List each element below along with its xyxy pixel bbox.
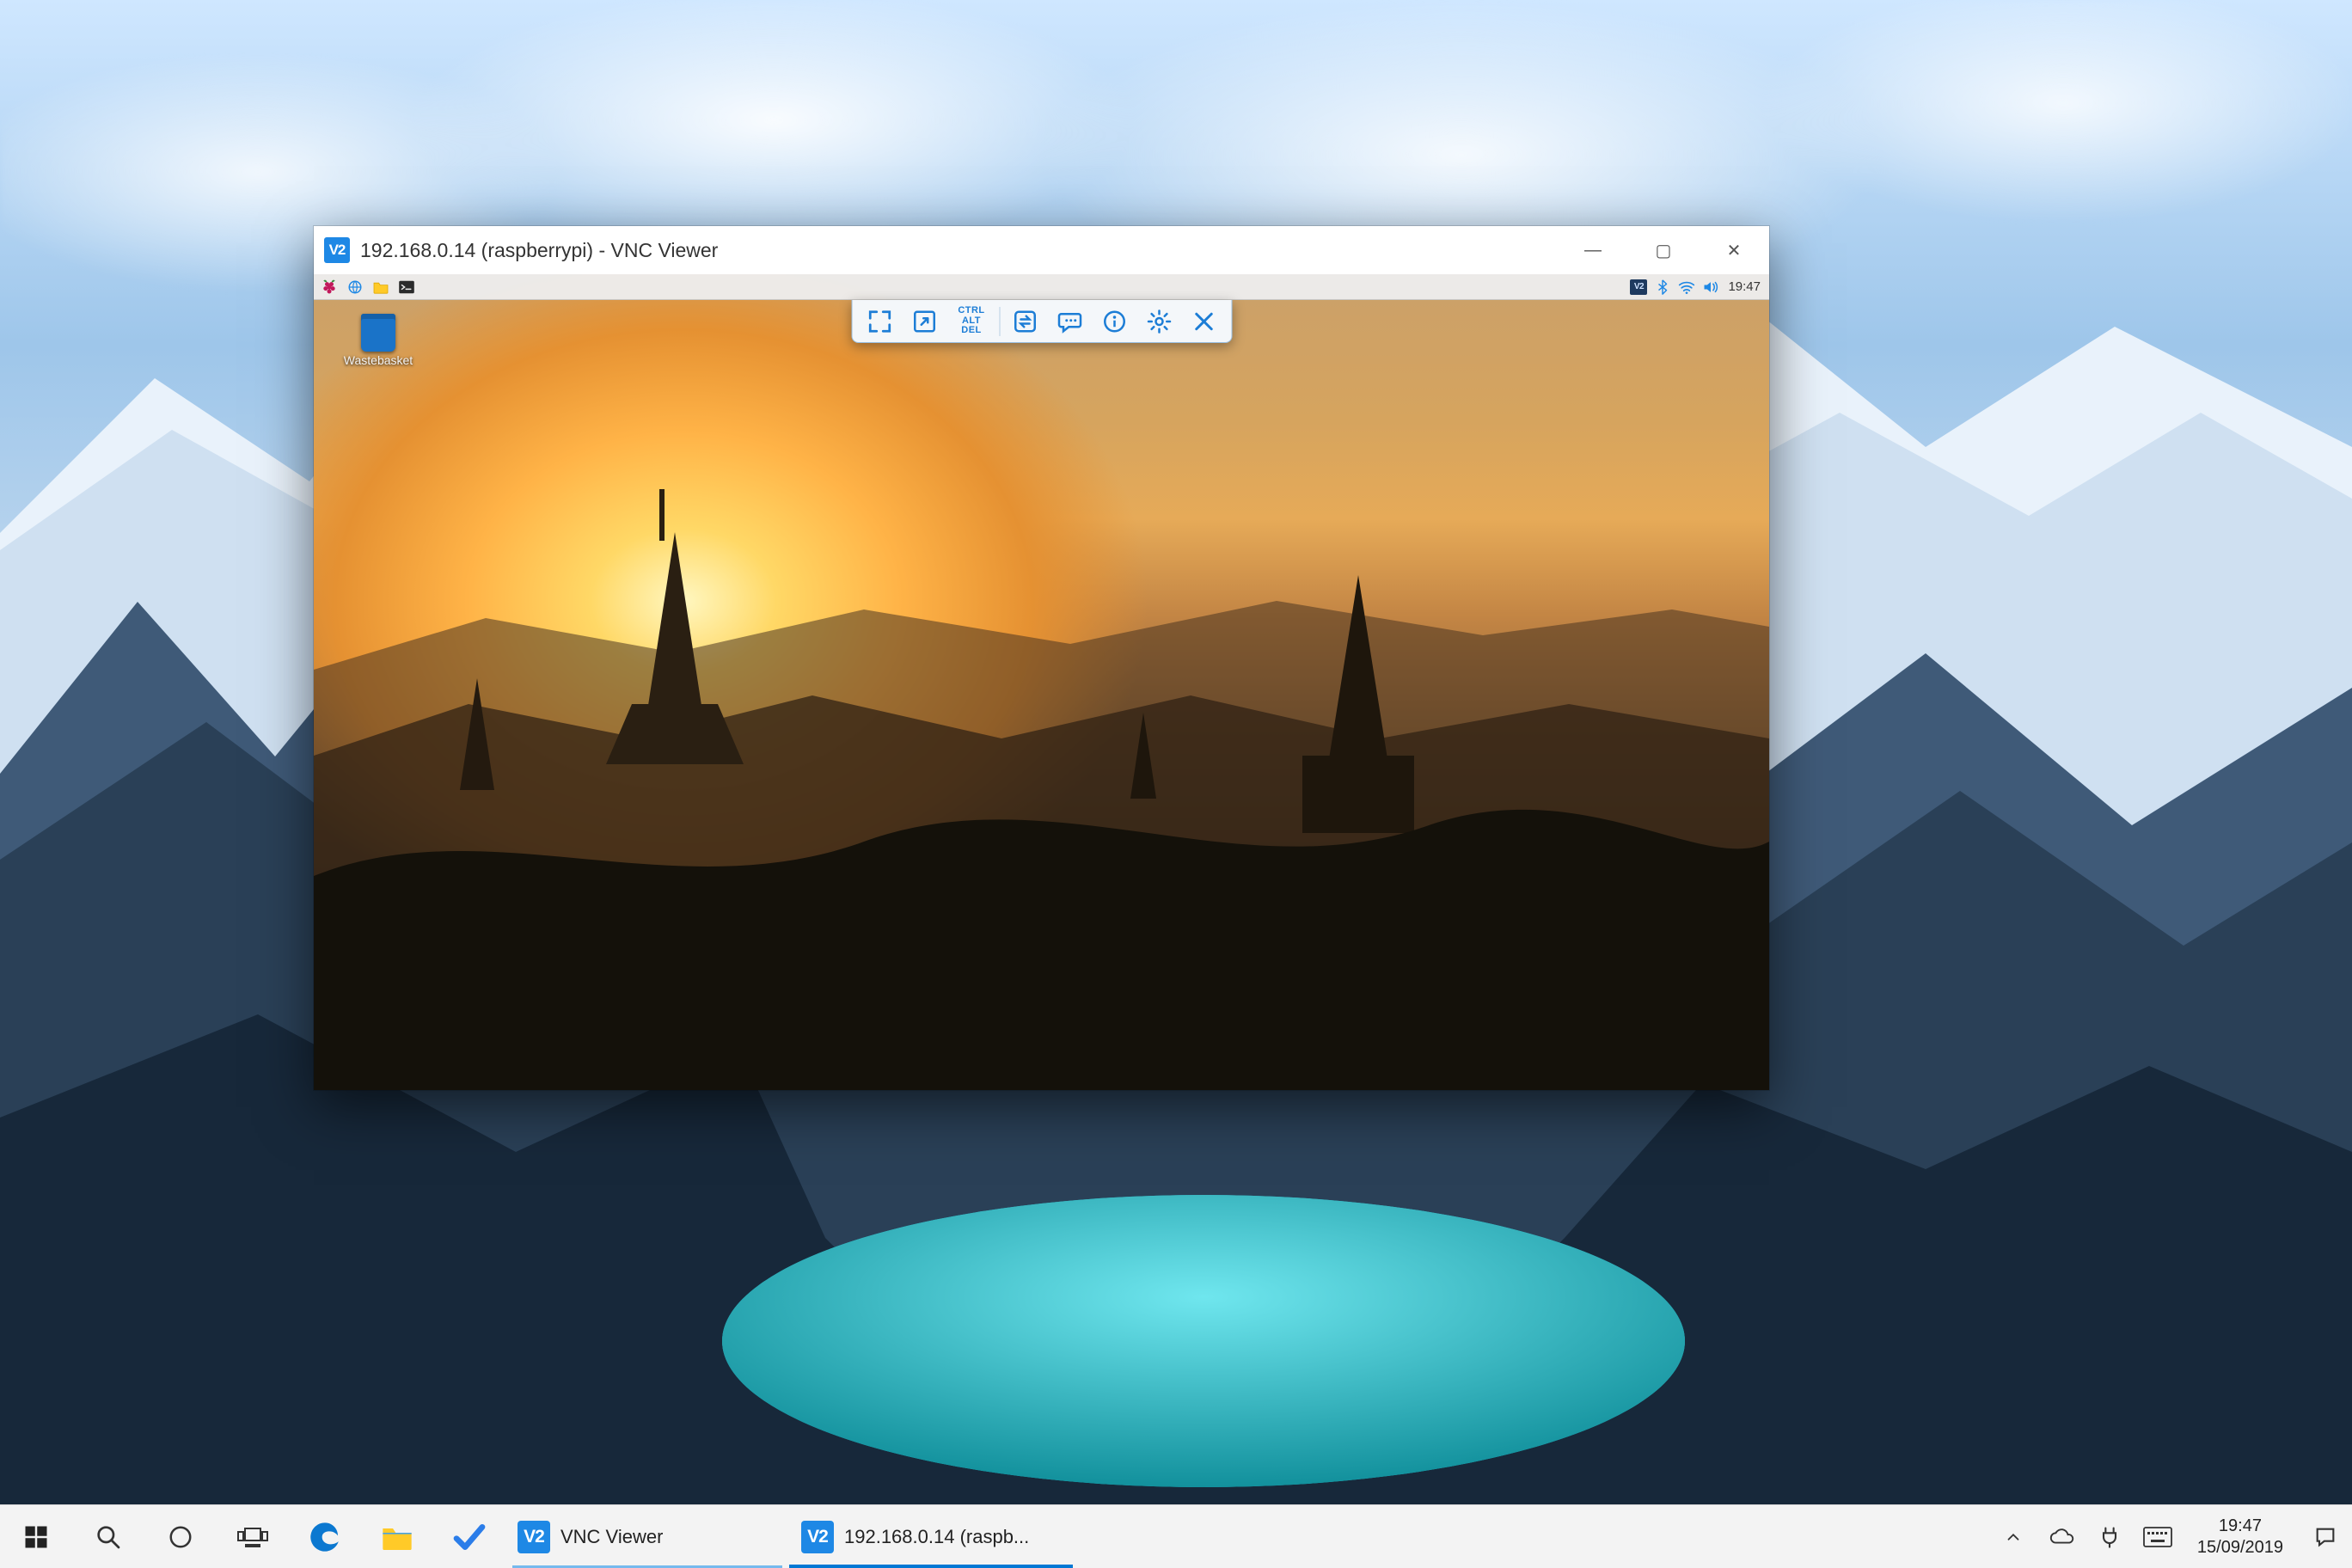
folder-icon [380, 1522, 414, 1552]
notification-icon [2313, 1525, 2337, 1549]
rpi-tray-clock[interactable]: 19:47 [1724, 279, 1764, 294]
chevron-up-icon [2004, 1528, 2023, 1547]
windows-logo-icon [23, 1524, 49, 1550]
vnc-session-toolbar[interactable]: CTRL ALT DEL [851, 300, 1232, 343]
task-view-icon [236, 1525, 269, 1549]
vnc-app-icon: V2 [324, 237, 350, 263]
rpi-wastebasket[interactable]: Wastebasket [340, 314, 417, 367]
vnc-info-button[interactable] [1093, 303, 1135, 340]
vnc-server-icon: V2 [1630, 279, 1647, 295]
taskbar-app-vnc-session[interactable]: V2 192.168.0.14 (raspb... [789, 1505, 1073, 1568]
taskbar-app-label: VNC Viewer [560, 1526, 663, 1548]
rpi-browser-button[interactable] [343, 277, 367, 297]
trash-icon [361, 314, 395, 352]
check-icon [452, 1520, 487, 1554]
vnc-fullscreen-button[interactable] [859, 303, 900, 340]
taskbar-app-vnc-viewer[interactable]: V2 VNC Viewer [505, 1505, 789, 1568]
window-minimize-button[interactable]: — [1558, 226, 1628, 274]
vnc-remote-screen[interactable]: V2 19:47 [314, 274, 1769, 1090]
vnc-app-icon: V2 [518, 1521, 550, 1553]
vnc-disconnect-button[interactable] [1183, 303, 1224, 340]
wifi-icon [1678, 280, 1695, 294]
tray-onedrive[interactable] [2037, 1505, 2086, 1568]
rpi-taskbar[interactable]: V2 19:47 [314, 274, 1769, 300]
window-close-button[interactable]: ✕ [1699, 226, 1769, 274]
transfer-icon [1012, 309, 1038, 334]
taskbar-file-explorer[interactable] [361, 1505, 433, 1568]
rpi-tray-vnc-server[interactable]: V2 [1628, 277, 1649, 297]
windows-desktop[interactable]: V2 192.168.0.14 (raspberrypi) - VNC View… [0, 0, 2352, 1568]
vnc-settings-button[interactable] [1138, 303, 1179, 340]
rpi-wallpaper-illustration [314, 274, 1769, 1090]
toolbar-separator [999, 307, 1000, 336]
cad-line1: CTRL [958, 306, 984, 316]
plug-icon [2098, 1525, 2122, 1549]
vnc-titlebar[interactable]: V2 192.168.0.14 (raspberrypi) - VNC View… [314, 226, 1769, 274]
taskbar-time: 19:47 [2219, 1516, 2262, 1537]
taskbar-tray[interactable]: 19:47 15/09/2019 [1989, 1505, 2352, 1568]
action-center-button[interactable] [2299, 1505, 2352, 1568]
rpi-wastebasket-label: Wastebasket [344, 353, 413, 367]
taskbar-date: 15/09/2019 [2197, 1537, 2283, 1559]
terminal-icon [398, 280, 415, 294]
cortana-button[interactable] [144, 1505, 217, 1568]
cloud-icon [2049, 1528, 2074, 1547]
rpi-tray-volume[interactable] [1700, 277, 1721, 297]
gear-icon [1146, 309, 1172, 334]
vnc-chat-button[interactable] [1049, 303, 1090, 340]
close-icon [1191, 309, 1216, 334]
fullscreen-icon [867, 309, 892, 334]
chat-icon [1057, 309, 1082, 334]
raspberry-icon [321, 279, 338, 296]
windows-taskbar[interactable]: V2 VNC Viewer V2 192.168.0.14 (raspb... … [0, 1504, 2352, 1568]
globe-icon [347, 279, 363, 295]
info-icon [1101, 309, 1127, 334]
taskbar-clock[interactable]: 19:47 15/09/2019 [2182, 1505, 2299, 1568]
rpi-files-button[interactable] [369, 277, 393, 297]
vnc-ctrl-alt-del-button[interactable]: CTRL ALT DEL [948, 303, 995, 340]
rpi-tray-wifi[interactable] [1676, 277, 1697, 297]
vnc-app-icon: V2 [801, 1521, 834, 1553]
start-button[interactable] [0, 1505, 72, 1568]
task-view-button[interactable] [217, 1505, 289, 1568]
tray-ime[interactable] [2134, 1505, 2182, 1568]
folder-icon [372, 280, 389, 294]
tray-show-hidden[interactable] [1989, 1505, 2037, 1568]
rpi-desktop[interactable]: V2 19:47 [314, 274, 1769, 1090]
edge-icon [308, 1520, 342, 1554]
rpi-menu-button[interactable] [317, 277, 341, 297]
taskbar-search-button[interactable] [72, 1505, 144, 1568]
keyboard-icon [2143, 1527, 2172, 1547]
taskbar-app-label: 192.168.0.14 (raspb... [844, 1526, 1029, 1548]
cortana-icon [168, 1524, 193, 1550]
bluetooth-icon [1657, 279, 1669, 295]
vnc-file-transfer-button[interactable] [1004, 303, 1045, 340]
volume-icon [1702, 280, 1719, 294]
taskbar-edge[interactable] [289, 1505, 361, 1568]
tray-power[interactable] [2086, 1505, 2134, 1568]
rpi-tray-bluetooth[interactable] [1652, 277, 1673, 297]
taskbar-todo[interactable] [433, 1505, 505, 1568]
rpi-terminal-button[interactable] [395, 277, 419, 297]
cad-line3: DEL [961, 326, 982, 336]
vnc-window-title: 192.168.0.14 (raspberrypi) - VNC Viewer [360, 239, 718, 262]
scale-icon [911, 309, 937, 334]
window-maximize-button[interactable]: ▢ [1628, 226, 1699, 274]
vnc-viewer-window[interactable]: V2 192.168.0.14 (raspberrypi) - VNC View… [314, 226, 1769, 1090]
vnc-scale-button[interactable] [903, 303, 945, 340]
search-icon [95, 1523, 122, 1551]
